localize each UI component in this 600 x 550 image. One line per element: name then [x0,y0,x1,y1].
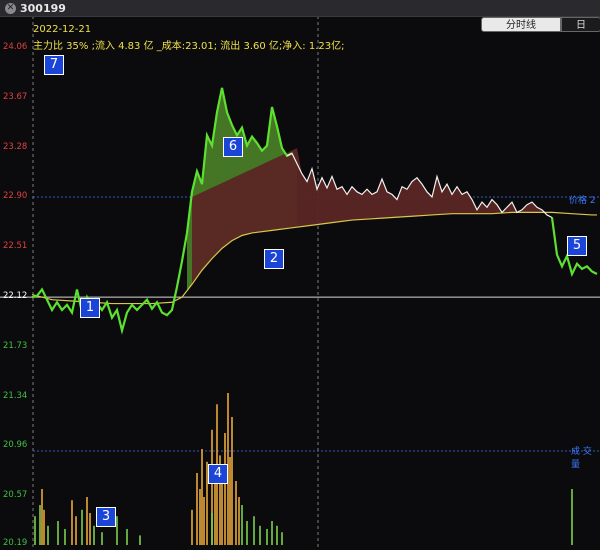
price-axis-tick-3: 22.90 [3,190,28,201]
annotation-marker-5[interactable]: 5 [567,236,587,256]
price-axis-tick-5: 22.12 [3,291,28,302]
view-tabs: 分时线 日 [481,17,600,33]
volume-ref-label: 成 交 量 [571,447,592,470]
price-axis-tick-7: 21.34 [3,391,28,402]
price-axis-tick-8: 20.96 [3,440,28,451]
tab-daily[interactable]: 日 [561,17,600,32]
close-icon[interactable]: ✕ [5,2,16,14]
window-title: 300199 [20,1,66,15]
tab-intraday[interactable]: 分时线 [481,17,561,32]
annotation-marker-6[interactable]: 6 [223,137,243,157]
price-axis-tick-2: 23.28 [3,142,28,153]
price-axis-tick-6: 21.73 [3,341,28,352]
intraday-chart[interactable] [0,0,600,550]
price-ref-label: 价格 2 [569,196,596,206]
app-window: ✕ 300199 分时线 日 2022-12-21 主力比 35% ;流入 4.… [0,0,600,550]
average-price-line [31,211,597,305]
annotation-marker-3[interactable]: 3 [96,507,116,527]
annotation-marker-4[interactable]: 4 [208,464,228,484]
price-axis-tick-4: 22.51 [3,241,28,252]
price-axis-tick-0: 24.06 [3,42,28,52]
annotation-marker-2[interactable]: 2 [264,249,284,269]
price-axis-tick-10: 20.19 [3,538,28,548]
price-axis-tick-9: 20.57 [3,490,28,501]
capital-flow-info: 主力比 35% ;流入 4.83 亿 _成本:23.01; 流出 3.60 亿;… [33,41,345,52]
price-axis-tick-1: 23.67 [3,92,28,103]
title-bar: ✕ 300199 [0,0,600,17]
annotation-marker-1[interactable]: 1 [80,298,100,318]
chart-date: 2022-12-21 [33,24,92,35]
annotation-marker-7[interactable]: 7 [44,55,64,75]
